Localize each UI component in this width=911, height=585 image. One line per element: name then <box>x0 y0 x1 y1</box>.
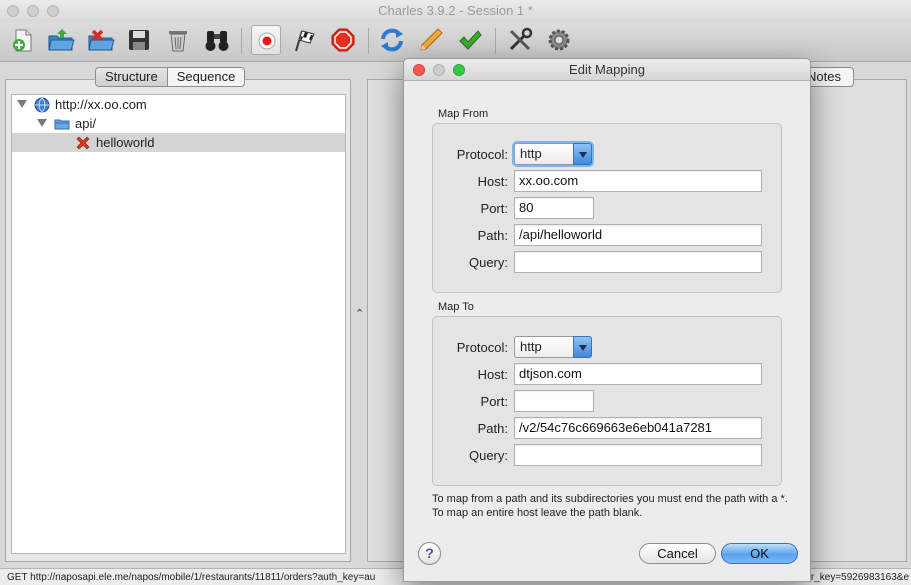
tab-sequence[interactable]: Sequence <box>168 68 245 86</box>
query-label: Query: <box>468 448 508 463</box>
view-segmented-control: Structure Sequence <box>95 67 246 87</box>
record-button[interactable] <box>251 25 281 55</box>
trash-icon <box>169 31 187 52</box>
tab-structure[interactable]: Structure <box>96 68 168 86</box>
map-to-port-input[interactable] <box>514 390 594 412</box>
settings-button[interactable] <box>544 25 574 55</box>
map-to-query-input[interactable] <box>514 444 762 466</box>
window-minimize-button[interactable] <box>27 5 39 17</box>
stop-breakpoints-icon <box>331 28 355 52</box>
window-zoom-button[interactable] <box>47 5 59 17</box>
status-text-right: r_key=5926983163&e <box>810 572 909 583</box>
map-to-protocol-select[interactable]: http <box>514 336 592 358</box>
splitter-handle-icon[interactable]: ⌃ <box>355 307 364 320</box>
open-session-icon <box>48 29 75 51</box>
path-label: Path: <box>477 421 508 436</box>
find-button[interactable] <box>202 25 232 55</box>
structure-tree: http://xx.oo.com api/ helloworld <box>11 94 346 554</box>
open-session-button[interactable] <box>46 25 76 55</box>
window-close-button[interactable] <box>7 5 19 17</box>
help-text: To map from a path and its subdirectorie… <box>432 493 788 519</box>
dialog-close-button[interactable] <box>413 64 425 76</box>
map-from-port-input[interactable]: 80 <box>514 197 594 219</box>
toolbar-separator <box>495 28 496 54</box>
edit-mapping-dialog: Edit Mapping Map From Protocol: http Hos… <box>403 58 811 582</box>
protocol-label: Protocol: <box>456 147 508 162</box>
port-label: Port: <box>480 394 508 409</box>
tools-button[interactable] <box>505 25 535 55</box>
window-titlebar: Charles 3.9.2 - Session 1 * <box>0 0 911 22</box>
map-from-query-input[interactable] <box>514 251 762 273</box>
tools-icon <box>509 27 533 51</box>
select-value: http <box>520 339 542 354</box>
ok-button[interactable]: OK <box>721 543 798 564</box>
tree-row-helloworld[interactable]: helloworld <box>12 133 345 152</box>
tree-label: http://xx.oo.com <box>55 97 147 112</box>
repeat-icon <box>381 28 403 52</box>
settings-gear-icon <box>548 29 570 51</box>
new-session-button[interactable] <box>8 25 38 55</box>
host-label: Host: <box>477 174 508 189</box>
host-label: Host: <box>477 367 508 382</box>
toolbar <box>0 22 911 62</box>
globe-icon <box>34 97 50 113</box>
path-label: Path: <box>477 228 508 243</box>
disclosure-triangle-icon[interactable] <box>17 100 27 108</box>
validate-button[interactable] <box>455 25 485 55</box>
toolbar-separator <box>241 28 242 54</box>
folder-icon <box>54 119 70 130</box>
record-icon <box>258 32 276 50</box>
chevron-down-icon <box>573 143 592 165</box>
tree-label: helloworld <box>96 135 155 150</box>
map-to-path-input[interactable]: /v2/54c76c669663e6eb041a7281 <box>514 417 762 439</box>
red-x-icon <box>76 136 90 150</box>
window-title: Charles 3.9.2 - Session 1 * <box>378 3 533 18</box>
edit-pencil-icon <box>420 28 443 51</box>
toolbar-separator <box>368 28 369 54</box>
dialog-zoom-button[interactable] <box>453 64 465 76</box>
breakpoints-button[interactable] <box>328 25 358 55</box>
compose-button[interactable] <box>416 25 446 55</box>
tree-label: api/ <box>75 116 96 131</box>
select-value: http <box>520 146 542 161</box>
repeat-button[interactable] <box>377 25 407 55</box>
close-session-button[interactable] <box>86 25 116 55</box>
new-session-icon <box>13 29 32 52</box>
map-to-label: Map To <box>438 301 474 313</box>
chevron-down-icon <box>573 336 592 358</box>
close-session-icon <box>88 29 115 51</box>
map-from-path-input[interactable]: /api/helloworld <box>514 224 762 246</box>
throttle-flag-icon <box>295 30 315 52</box>
save-button[interactable] <box>124 25 154 55</box>
dialog-titlebar: Edit Mapping <box>404 59 810 81</box>
port-label: Port: <box>480 201 508 216</box>
map-from-host-input[interactable]: xx.oo.com <box>514 170 762 192</box>
query-label: Query: <box>468 255 508 270</box>
dialog-title: Edit Mapping <box>569 62 645 77</box>
tree-row-folder[interactable]: api/ <box>12 114 345 133</box>
save-icon <box>129 30 149 50</box>
tree-row-host[interactable]: http://xx.oo.com <box>12 95 345 114</box>
cancel-button[interactable]: Cancel <box>639 543 716 564</box>
validate-check-icon <box>459 30 482 50</box>
trash-button[interactable] <box>163 25 193 55</box>
dialog-minimize-button[interactable] <box>433 64 445 76</box>
status-text: GET http://naposapi.ele.me/napos/mobile/… <box>7 572 376 583</box>
throttle-button[interactable] <box>289 25 319 55</box>
map-from-protocol-select[interactable]: http <box>514 143 592 165</box>
binoculars-icon <box>205 31 229 51</box>
map-from-label: Map From <box>438 108 489 120</box>
protocol-label: Protocol: <box>456 340 508 355</box>
map-to-host-input[interactable]: dtjson.com <box>514 363 762 385</box>
disclosure-triangle-icon[interactable] <box>37 119 47 127</box>
help-button[interactable]: ? <box>418 542 441 565</box>
